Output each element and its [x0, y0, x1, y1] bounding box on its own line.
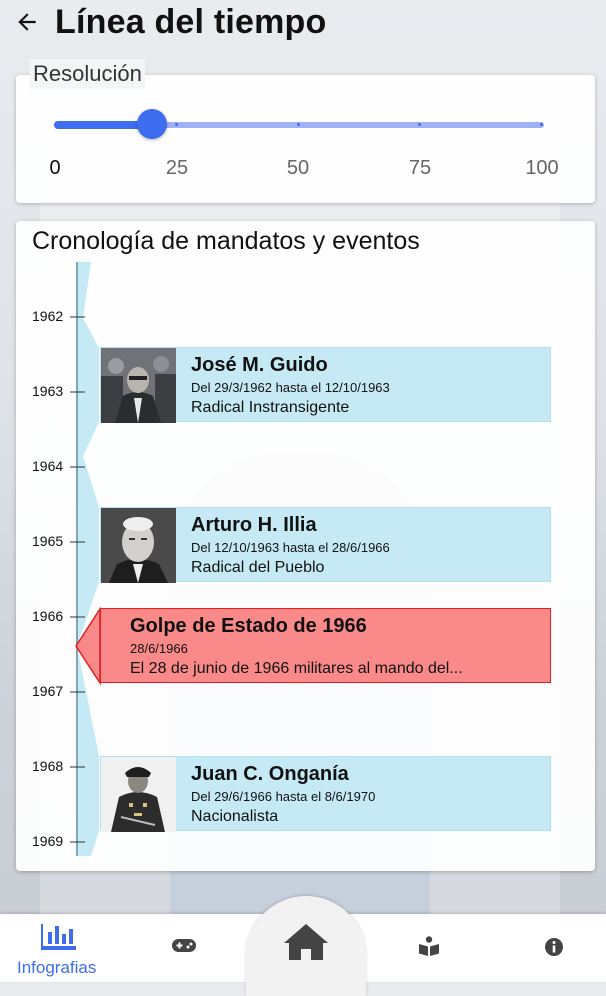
event-date: 28/6/1966 — [130, 641, 188, 656]
year-label: 1967 — [32, 683, 64, 699]
event-description: El 28 de junio de 1966 militares al mand… — [130, 660, 463, 677]
president-photo — [101, 757, 176, 832]
book-reader-icon[interactable] — [418, 936, 440, 956]
mandate-dates: Del 29/6/1966 hasta el 8/6/1970 — [191, 789, 376, 804]
info-circle-icon[interactable] — [544, 937, 564, 957]
event-card-golpe-1966[interactable]: Golpe de Estado de 1966 28/6/1966 El 28 … — [100, 608, 551, 683]
mandate-name: Juan C. Onganía — [191, 763, 349, 785]
chart-bar-icon[interactable] — [41, 922, 78, 950]
event-title: Golpe de Estado de 1966 — [130, 615, 367, 637]
mandate-card-guido[interactable]: José M. Guido Del 29/3/1962 hasta el 12/… — [100, 347, 551, 423]
mandate-dates: Del 12/10/1963 hasta el 28/6/1966 — [191, 540, 390, 555]
president-photo — [101, 508, 176, 583]
mandate-party: Nacionalista — [191, 808, 279, 825]
year-label: 1965 — [32, 533, 64, 549]
year-label: 1968 — [32, 758, 64, 774]
year-label: 1962 — [32, 308, 64, 324]
mandate-name: José M. Guido — [191, 354, 328, 376]
year-label: 1964 — [32, 458, 64, 474]
mandate-card-illia[interactable]: Arturo H. Illia Del 12/10/1963 hasta el … — [100, 507, 551, 583]
mandate-card-ongania[interactable]: Juan C. Onganía Del 29/6/1966 hasta el 8… — [100, 756, 551, 832]
nav-label-infografias[interactable]: Infografias — [17, 958, 96, 978]
year-label: 1966 — [32, 608, 64, 624]
year-label: 1969 — [32, 833, 64, 849]
timeline-axis — [70, 262, 101, 856]
mandate-party: Radical Instransigente — [191, 399, 350, 416]
mandate-dates: Del 29/3/1962 hasta el 12/10/1963 — [191, 380, 390, 395]
mandate-name: Arturo H. Illia — [191, 514, 317, 536]
home-icon[interactable] — [283, 922, 329, 962]
gamepad-icon[interactable] — [172, 938, 196, 953]
year-label: 1963 — [32, 383, 64, 399]
mandate-party: Radical del Pueblo — [191, 559, 325, 576]
president-photo — [101, 348, 176, 423]
